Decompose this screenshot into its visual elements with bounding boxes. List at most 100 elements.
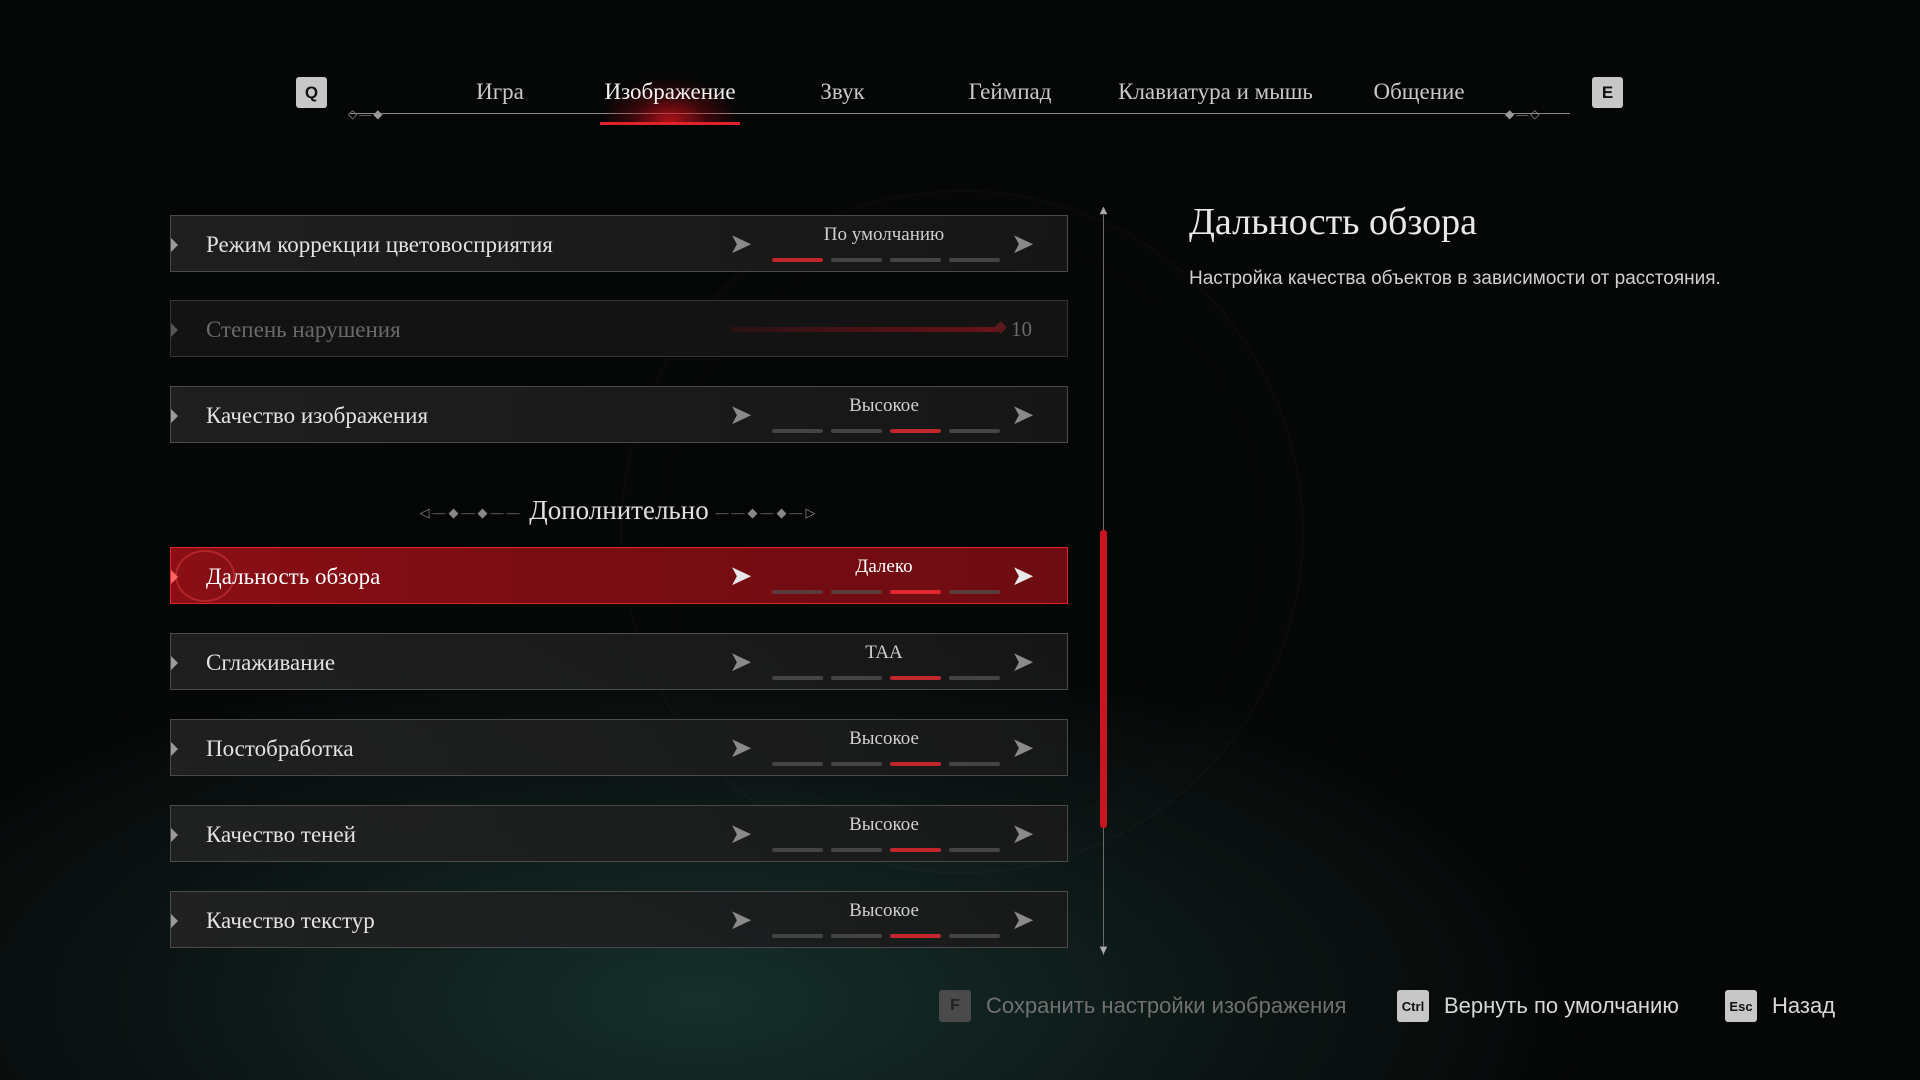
arrow-left-icon[interactable]: ➤ bbox=[729, 648, 752, 676]
key-hint: F bbox=[939, 990, 971, 1022]
level-segment bbox=[772, 676, 823, 680]
ornament-right-icon: ——◆—◆—▷ bbox=[715, 504, 819, 520]
triangle-right-icon bbox=[171, 238, 178, 252]
setting-label: Дальность обзора bbox=[206, 564, 381, 589]
setting-value: Высокое bbox=[849, 814, 919, 835]
arrow-right-icon[interactable]: ➤ bbox=[1011, 648, 1034, 676]
level-segment bbox=[890, 676, 941, 680]
arrow-right-icon[interactable]: ➤ bbox=[1011, 734, 1034, 762]
level-segment bbox=[890, 590, 941, 594]
setting-label: Качество текстур bbox=[206, 908, 375, 933]
arrow-left-icon[interactable]: ➤ bbox=[729, 230, 752, 258]
level-segment bbox=[890, 429, 941, 433]
level-segment bbox=[831, 590, 882, 594]
level-segment bbox=[772, 590, 823, 594]
triangle-right-icon bbox=[171, 409, 178, 423]
arrow-right-icon[interactable]: ➤ bbox=[1011, 401, 1034, 429]
tab-communication[interactable]: Общение bbox=[1360, 72, 1478, 112]
top-nav: Q ◇—◆ Игра Изображение Звук Геймпад Клав… bbox=[0, 0, 1920, 140]
level-segment bbox=[949, 258, 1000, 262]
level-segment bbox=[949, 429, 1000, 433]
description-text: Настройка качества объектов в зависимост… bbox=[1189, 268, 1721, 289]
setting-value: Высокое bbox=[849, 395, 919, 416]
level-segment bbox=[831, 258, 882, 262]
arrow-right-icon[interactable]: ➤ bbox=[1011, 562, 1034, 590]
section-title: Дополнительно bbox=[529, 495, 709, 525]
level-indicator bbox=[772, 762, 1000, 766]
level-segment bbox=[831, 762, 882, 766]
level-segment bbox=[831, 676, 882, 680]
level-segment bbox=[831, 429, 882, 433]
description-title: Дальность обзора bbox=[1189, 201, 1477, 243]
arrow-left-icon[interactable]: ➤ bbox=[729, 734, 752, 762]
scroll-up-icon[interactable]: ▲ bbox=[1098, 205, 1109, 216]
level-segment bbox=[949, 934, 1000, 938]
level-segment bbox=[949, 762, 1000, 766]
setting-image-quality[interactable]: Качество изображения ➤ Высокое ➤ bbox=[170, 386, 1068, 443]
setting-color-correction[interactable]: Режим коррекции цветовосприятия ➤ По умо… bbox=[170, 215, 1068, 272]
level-indicator bbox=[772, 590, 1000, 594]
level-segment bbox=[949, 676, 1000, 680]
arrow-left-icon[interactable]: ➤ bbox=[729, 906, 752, 934]
level-indicator bbox=[772, 934, 1000, 938]
setting-value: TAA bbox=[865, 642, 903, 663]
tab-gamepad[interactable]: Геймпад bbox=[950, 72, 1070, 112]
level-indicator bbox=[772, 258, 1000, 262]
setting-shadow-quality[interactable]: Качество теней ➤ Высокое ➤ bbox=[170, 805, 1068, 862]
triangle-right-icon bbox=[171, 914, 178, 928]
triangle-right-icon bbox=[171, 828, 178, 842]
tab-game[interactable]: Игра bbox=[450, 72, 550, 112]
level-segment bbox=[890, 848, 941, 852]
prev-tab-key[interactable]: Q bbox=[296, 77, 327, 108]
level-segment bbox=[949, 848, 1000, 852]
tab-image[interactable]: Изображение bbox=[590, 72, 750, 112]
arrow-right-icon[interactable]: ➤ bbox=[1011, 230, 1034, 258]
triangle-right-icon bbox=[171, 742, 178, 756]
reset-label: Вернуть по умолчанию bbox=[1444, 993, 1679, 1018]
nav-divider bbox=[350, 113, 1570, 114]
level-segment bbox=[772, 429, 823, 433]
back-button[interactable]: Esc Назад bbox=[1725, 990, 1835, 1022]
arrow-left-icon[interactable]: ➤ bbox=[729, 820, 752, 848]
setting-post-processing[interactable]: Постобработка ➤ Высокое ➤ bbox=[170, 719, 1068, 776]
reset-defaults-button[interactable]: Ctrl Вернуть по умолчанию bbox=[1397, 990, 1679, 1022]
setting-label: Постобработка bbox=[206, 736, 354, 761]
setting-texture-quality[interactable]: Качество текстур ➤ Высокое ➤ bbox=[170, 891, 1068, 948]
level-segment bbox=[949, 590, 1000, 594]
arrow-left-icon[interactable]: ➤ bbox=[729, 562, 752, 590]
level-segment bbox=[890, 762, 941, 766]
section-header-advanced: ◁—◆—◆—— Дополнительно ——◆—◆—▷ bbox=[170, 495, 1068, 526]
level-indicator bbox=[772, 676, 1000, 680]
arrow-left-icon[interactable]: ➤ bbox=[729, 401, 752, 429]
arrow-right-icon[interactable]: ➤ bbox=[1011, 906, 1034, 934]
setting-value: Высокое bbox=[849, 728, 919, 749]
setting-value: Далеко bbox=[855, 556, 913, 577]
tab-keyboard-mouse[interactable]: Клавиатура и мышь bbox=[1108, 72, 1323, 112]
setting-label: Качество изображения bbox=[206, 403, 429, 428]
setting-view-distance[interactable]: Дальность обзора ➤ Далеко ➤ bbox=[170, 547, 1068, 604]
scroll-down-icon[interactable]: ▼ bbox=[1098, 945, 1109, 956]
level-segment bbox=[831, 934, 882, 938]
tab-sound[interactable]: Звук bbox=[790, 72, 895, 112]
setting-label: Режим коррекции цветовосприятия bbox=[206, 232, 553, 257]
save-settings-button[interactable]: F Сохранить настройки изображения bbox=[939, 990, 1346, 1022]
next-tab-key[interactable]: E bbox=[1592, 77, 1623, 108]
triangle-right-icon bbox=[171, 323, 178, 337]
setting-label: Качество теней bbox=[206, 822, 356, 847]
setting-value: Высокое bbox=[849, 900, 919, 921]
level-segment bbox=[772, 848, 823, 852]
level-segment bbox=[890, 258, 941, 262]
impairment-slider bbox=[731, 327, 999, 332]
key-hint: Ctrl bbox=[1397, 990, 1429, 1022]
level-segment bbox=[831, 848, 882, 852]
triangle-right-icon bbox=[171, 570, 178, 584]
level-segment bbox=[772, 762, 823, 766]
scrollbar-thumb[interactable] bbox=[1100, 530, 1107, 828]
setting-antialiasing[interactable]: Сглаживание ➤ TAA ➤ bbox=[170, 633, 1068, 690]
slider-value: 10 bbox=[1011, 317, 1032, 341]
nav-ornament-left-icon: ◇—◆ bbox=[348, 107, 385, 121]
level-segment bbox=[772, 934, 823, 938]
arrow-right-icon[interactable]: ➤ bbox=[1011, 820, 1034, 848]
triangle-right-icon bbox=[171, 656, 178, 670]
level-indicator bbox=[772, 429, 1000, 433]
